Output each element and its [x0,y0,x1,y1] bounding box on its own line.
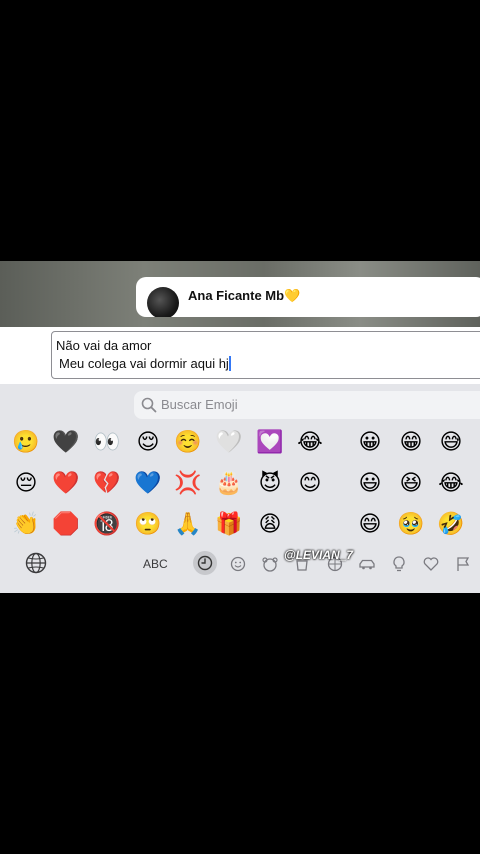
emoji-key[interactable]: 😊 [293,467,327,501]
emoji-key[interactable]: 😂 [434,467,468,501]
emoji-key[interactable]: 😁 [394,426,428,460]
smiley-icon [230,556,246,572]
emoji-key[interactable]: 💔 [90,467,124,501]
objects-category-icon[interactable] [389,554,409,574]
emoji-key[interactable]: 😃 [353,467,387,501]
travel-category-icon[interactable] [357,554,377,574]
emoji-key[interactable]: 🎂 [212,467,246,501]
notification-banner[interactable]: Ana Ficante Mb💛 [136,277,480,317]
clock-icon [197,555,213,571]
chat-screen: Ana Ficante Mb💛 Não vai da amor Meu cole… [0,261,480,593]
emoji-key[interactable]: 😈 [253,467,287,501]
emoji-key[interactable]: ☺️ [171,426,205,460]
notification-sender: Ana Ficante Mb💛 [188,288,301,303]
emoji-key[interactable]: ❤️ [49,467,83,501]
emoji-search-placeholder: Buscar Emoji [161,397,238,412]
emoji-key[interactable]: 🥲 [9,426,43,460]
watermark: @LEVIAN_7 [284,548,354,562]
emoji-key[interactable]: 🤍 [212,426,246,460]
emoji-keyboard: Buscar Emoji 🥲 🖤 👀 😌 ☺️ 🤍 💟 😂 😀 😁 😅 😔 ❤️… [0,384,480,593]
car-icon [359,559,375,570]
emoji-key[interactable]: 😅 [434,426,468,460]
emoji-key[interactable]: 😌 [131,426,165,460]
bear-icon [262,557,278,572]
emoji-key[interactable]: 🛑 [49,508,83,542]
search-icon [141,397,157,413]
smileys-category-icon[interactable] [228,554,248,574]
message-line-2-text: Meu colega vai dormir aqui hj [59,356,229,371]
emoji-key[interactable]: 🥹 [394,508,428,542]
text-caret [228,356,231,371]
emoji-key[interactable]: 👀 [90,426,124,460]
emoji-key[interactable]: 😩 [253,508,287,542]
emoji-key[interactable]: 👏 [9,508,43,542]
emoji-key[interactable]: 😔 [9,467,43,501]
animals-category-icon[interactable] [260,554,280,574]
emoji-key[interactable]: 🖤 [49,426,83,460]
message-line-1: Não vai da amor [56,338,152,353]
abc-button[interactable]: ABC [143,557,168,571]
emoji-search-field[interactable]: Buscar Emoji [134,391,480,419]
emoji-key[interactable]: 💙 [131,467,165,501]
flag-icon [457,557,470,571]
emoji-key[interactable]: 🔞 [90,508,124,542]
emoji-key[interactable]: 🙏 [171,508,205,542]
lightbulb-icon [393,556,405,572]
emoji-key[interactable]: 😀 [353,426,387,460]
message-line-2: Meu colega vai dormir aqui hj [59,356,231,371]
emoji-key[interactable]: 😆 [394,467,428,501]
message-input[interactable]: Não vai da amor Meu colega vai dormir aq… [51,331,480,379]
heart-icon [423,557,439,571]
emoji-key[interactable]: 💢 [171,467,205,501]
emoji-key[interactable]: 💟 [253,426,287,460]
avatar [147,287,179,317]
globe-icon[interactable] [25,552,47,574]
flags-category-icon[interactable] [453,554,473,574]
recent-category-icon[interactable] [193,551,217,575]
emoji-key[interactable]: 🙄 [131,508,165,542]
input-area: Não vai da amor Meu colega vai dormir aq… [0,327,480,384]
symbols-category-icon[interactable] [421,554,441,574]
emoji-key[interactable]: 🤣 [434,508,468,542]
emoji-key[interactable]: 😄 [353,508,387,542]
emoji-key[interactable]: 😂 [293,426,327,460]
emoji-key[interactable]: 🎁 [212,508,246,542]
